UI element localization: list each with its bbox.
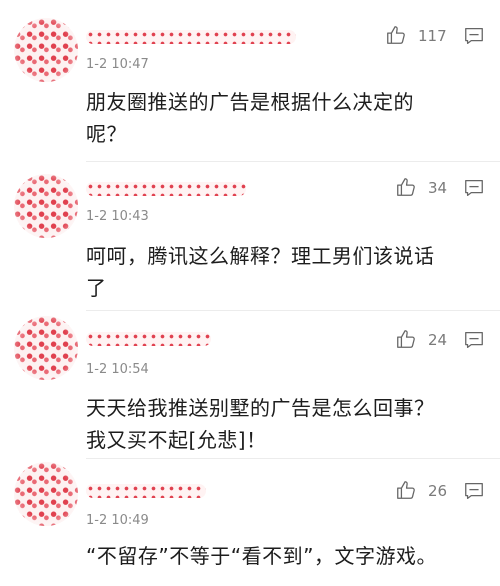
comment-icon: [465, 332, 483, 348]
thumbs-up-icon: [397, 330, 415, 348]
comment-icon: [465, 180, 483, 196]
comment-text-line: 了: [86, 276, 107, 300]
comment-item: 1-2 10:49 26 “不留存”不等于“看不到”，文字游戏。: [0, 458, 500, 586]
comment-text-line: 天天给我推送别墅的广告是怎么回事？: [86, 396, 435, 420]
thumbs-up-icon: [397, 178, 415, 196]
comment-text-line: “不留存”不等于“看不到”，文字游戏。: [86, 544, 437, 568]
like-count: 24: [428, 331, 448, 349]
comment-item: 1-2 10:54 24 天天给我推送别墅的广告是怎么回事？ 我又买不起[允悲]…: [0, 310, 500, 459]
comment-text-line: 呢？: [86, 122, 127, 146]
reply-button[interactable]: [463, 25, 485, 47]
username[interactable]: [86, 30, 296, 44]
avatar[interactable]: [14, 18, 78, 82]
thumbs-up-icon: [397, 481, 415, 499]
like-count: 26: [428, 482, 448, 500]
avatar[interactable]: [14, 316, 78, 380]
username[interactable]: [86, 332, 211, 346]
reply-button[interactable]: [463, 480, 485, 502]
comment-text-line: 朋友圈推送的广告是根据什么决定的: [86, 90, 414, 114]
comment-item: 1-2 10:43 34 呵呵，腾讯这么解释？理工男们该说话 了: [0, 162, 500, 311]
comment-text: 天天给我推送别墅的广告是怎么回事？ 我又买不起[允悲]！: [86, 392, 474, 456]
comment-time: 1-2 10:49: [86, 513, 149, 528]
comment-time: 1-2 10:54: [86, 362, 149, 377]
comment-text-line: 呵呵，腾讯这么解释？理工男们该说话: [86, 244, 435, 268]
username[interactable]: [86, 484, 206, 498]
like-button[interactable]: [395, 479, 417, 501]
comment-icon: [465, 28, 483, 44]
comment-icon: [465, 483, 483, 499]
avatar[interactable]: [14, 462, 78, 526]
reply-button[interactable]: [463, 177, 485, 199]
avatar[interactable]: [14, 174, 78, 238]
comment-text-line: 我又买不起[允悲]！: [86, 428, 267, 452]
like-button[interactable]: [385, 24, 407, 46]
like-button[interactable]: [395, 176, 417, 198]
username[interactable]: [86, 182, 246, 196]
comment-text: “不留存”不等于“看不到”，文字游戏。: [86, 540, 474, 572]
like-count: 117: [418, 27, 447, 45]
comment-text: 呵呵，腾讯这么解释？理工男们该说话 了: [86, 240, 474, 304]
thumbs-up-icon: [387, 26, 405, 44]
comment-text: 朋友圈推送的广告是根据什么决定的 呢？: [86, 86, 474, 150]
reply-button[interactable]: [463, 329, 485, 351]
comment-time: 1-2 10:43: [86, 209, 149, 224]
like-count: 34: [428, 179, 448, 197]
comment-item: 1-2 10:47 117 朋友圈推送的广告是根据什么决定的 呢？: [0, 0, 500, 162]
like-button[interactable]: [395, 328, 417, 350]
comment-time: 1-2 10:47: [86, 57, 149, 72]
